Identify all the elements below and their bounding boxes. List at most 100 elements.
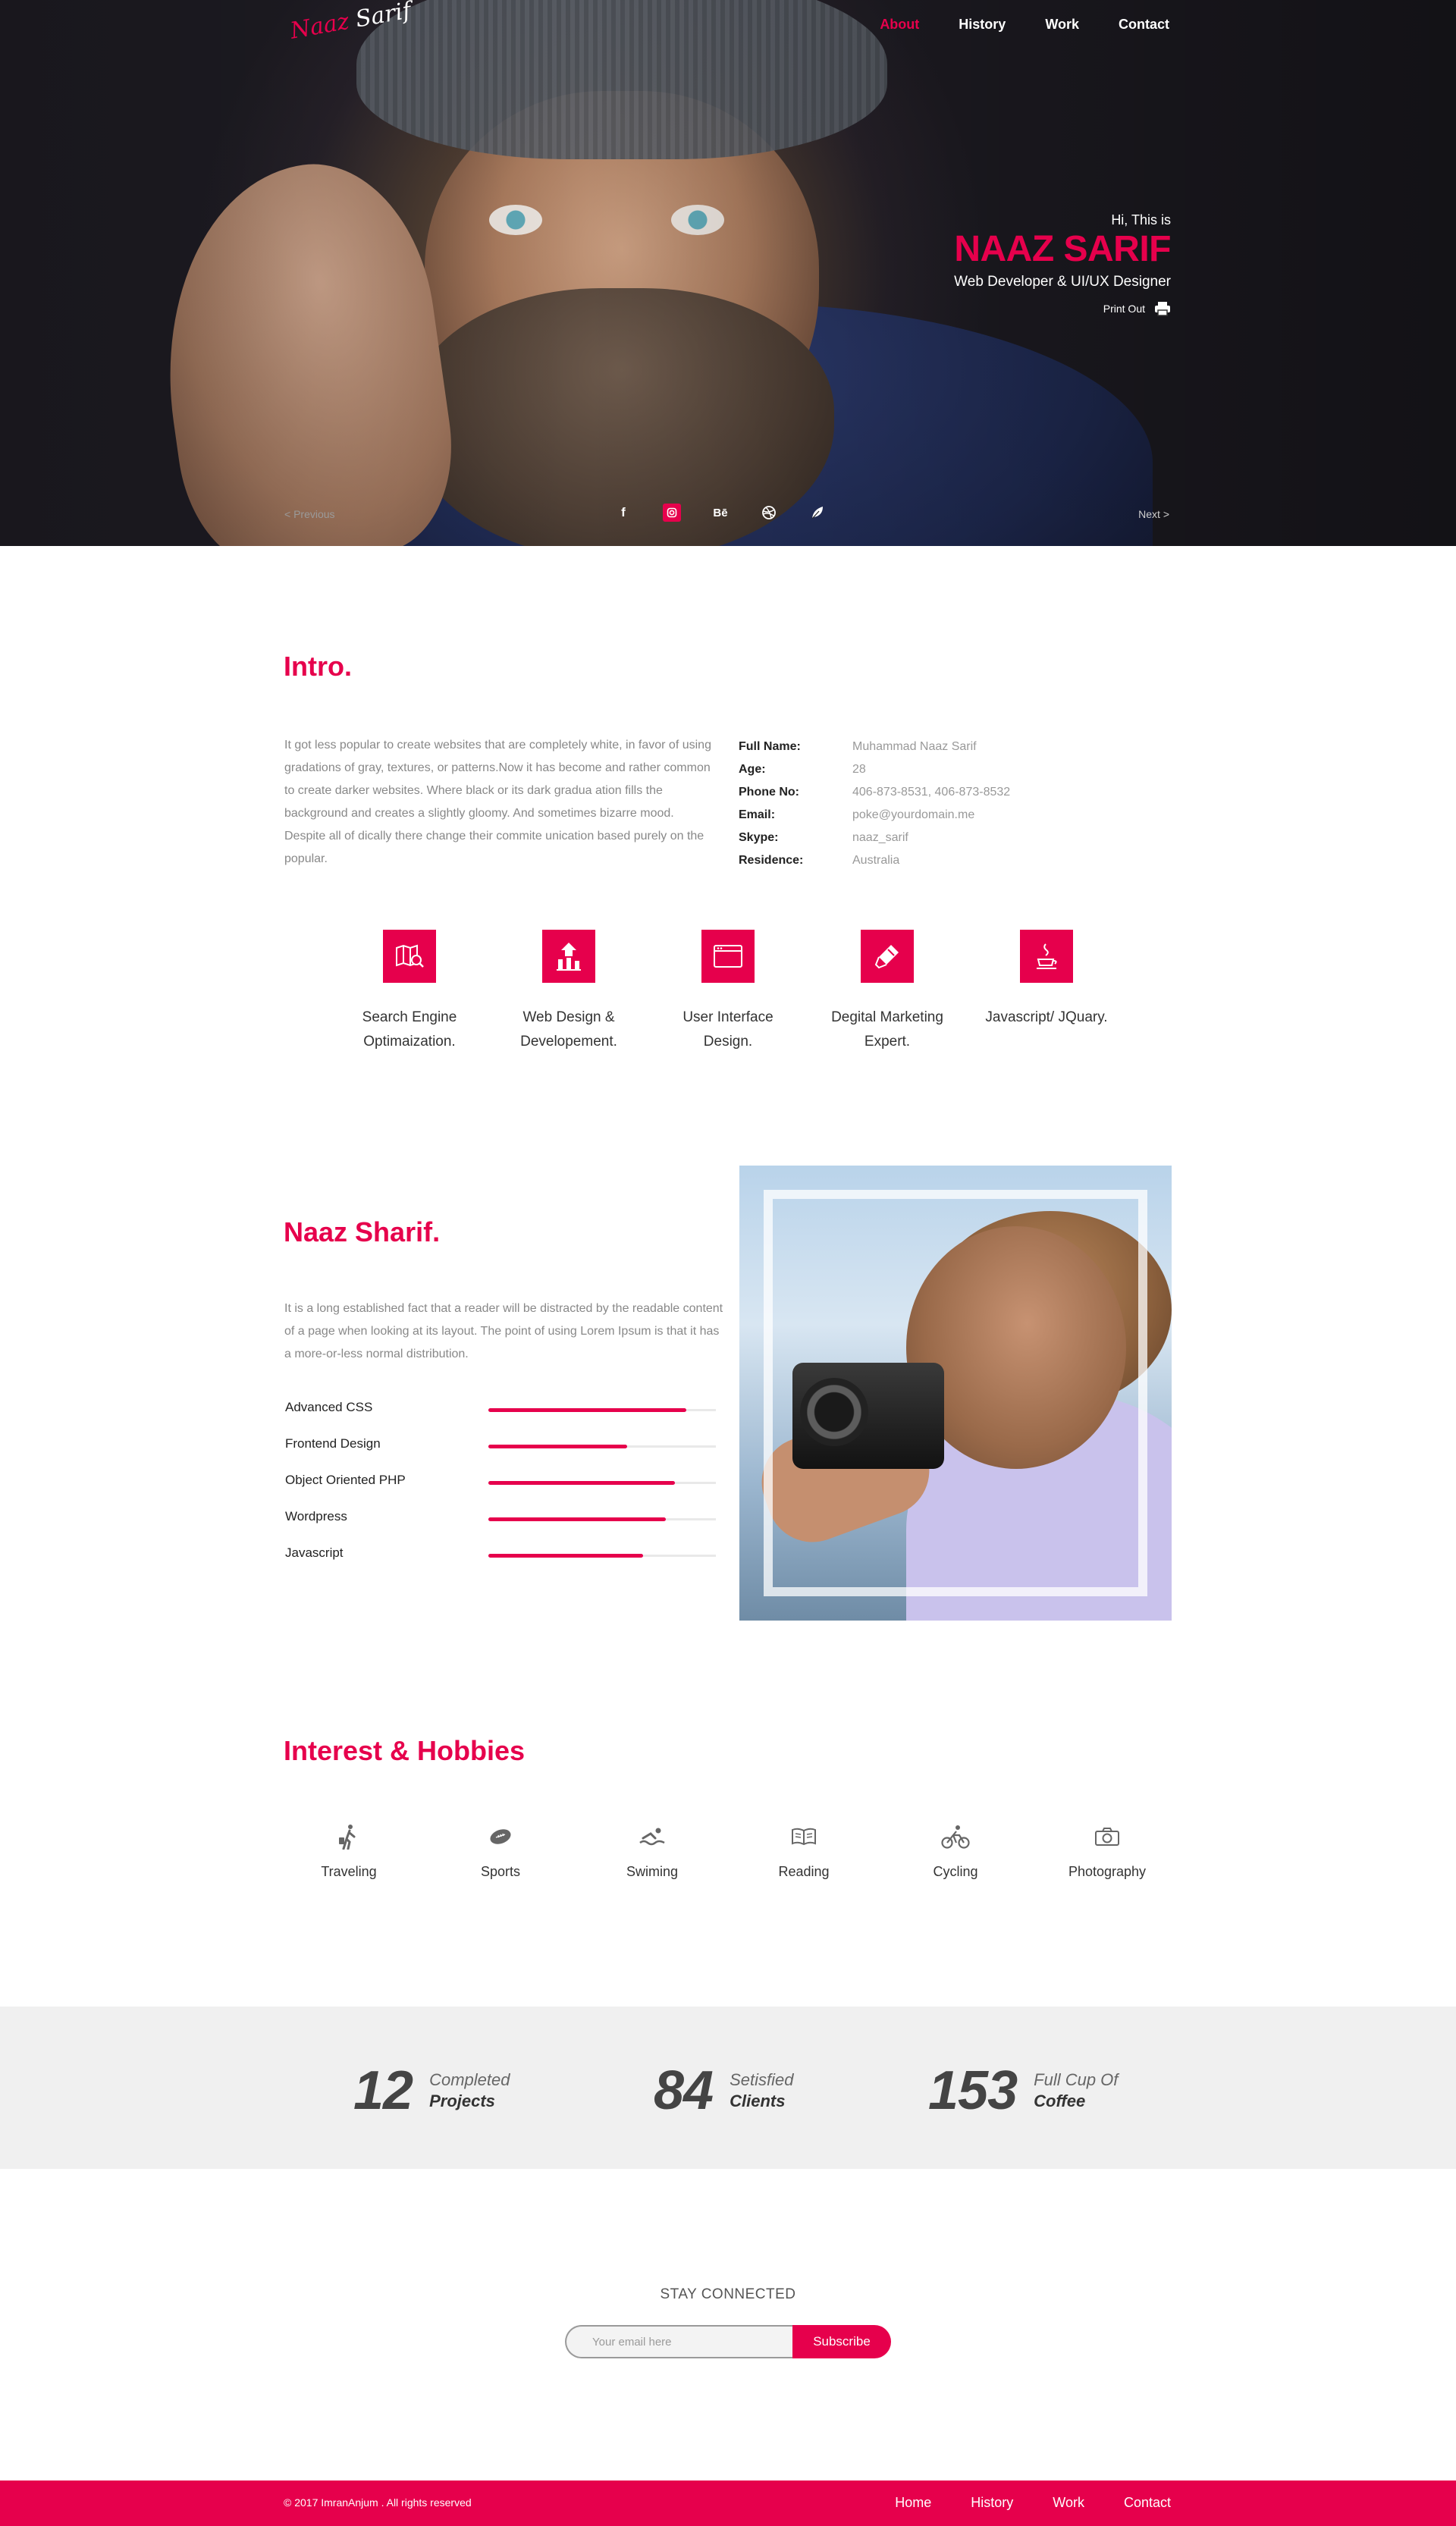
subscribe-form: Subscribe xyxy=(565,2325,891,2358)
service-label-line: Web Design & xyxy=(522,1009,615,1025)
hobby-label: Swiming xyxy=(626,1864,679,1879)
search-map-icon xyxy=(383,930,436,983)
growth-chart-icon xyxy=(542,930,595,983)
skill-track xyxy=(488,1445,716,1448)
counter-line2: Projects xyxy=(429,2091,495,2110)
info-row: Email: poke@yourdomain.me xyxy=(739,804,1010,827)
nav-contact[interactable]: Contact xyxy=(1119,17,1169,33)
counter-number: 84 xyxy=(654,2060,714,2121)
marker-icon xyxy=(861,930,914,983)
skill-row: Advanced CSS xyxy=(284,1400,716,1436)
copyright-text: © 2017 ImranAnjum . All rights reserved xyxy=(284,2496,472,2509)
facebook-icon[interactable]: f xyxy=(614,504,632,522)
skill-bar xyxy=(488,1408,686,1412)
skill-bar xyxy=(488,1481,675,1485)
hobby-label: Cycling xyxy=(933,1864,978,1879)
hobby-label: Traveling xyxy=(321,1864,377,1879)
counters-band: 12 Completed Projects 84 Setisfied Clients… xyxy=(0,2007,1456,2169)
skill-bar xyxy=(488,1554,643,1558)
skill-name: Wordpress xyxy=(285,1509,347,1523)
service-label: User Interface Design. xyxy=(682,1006,773,1054)
counter-line1: Full Cup Of xyxy=(1034,2070,1119,2089)
skill-track xyxy=(488,1554,716,1558)
photo-frame xyxy=(764,1190,1147,1596)
service-item: Search Engine Optimaization. xyxy=(334,930,485,1054)
hobby-item: Cycling xyxy=(880,1822,1031,1880)
footer-nav-work[interactable]: Work xyxy=(1053,2495,1084,2511)
info-row: Phone No: 406-873-8531, 406-873-8532 xyxy=(739,781,1010,804)
email-input[interactable] xyxy=(565,2325,792,2358)
counter-caption: Completed Projects xyxy=(429,2069,510,2112)
service-label: Javascript/ JQuary. xyxy=(985,1006,1107,1030)
hobby-item: Swiming xyxy=(576,1822,728,1880)
java-cup-icon xyxy=(1020,930,1073,983)
subscribe-button[interactable]: Subscribe xyxy=(792,2325,891,2358)
counter-number: 153 xyxy=(928,2060,1018,2121)
about-paragraph: It is a long established fact that a rea… xyxy=(284,1302,723,1360)
footer-nav-contact[interactable]: Contact xyxy=(1124,2495,1171,2511)
info-row: Residence: Australia xyxy=(739,849,1010,872)
hero-footer-bar: < Previous f Bē Next > xyxy=(0,504,1456,528)
skills-list: Advanced CSS Frontend Design Object Orie… xyxy=(284,1400,716,1582)
nav-about[interactable]: About xyxy=(880,17,919,33)
info-value: 406-873-8531, 406-873-8532 xyxy=(852,786,1011,799)
services-list: Search Engine Optimaization. Web Design &… xyxy=(334,930,1122,1054)
hero-name: NAAZ SARIF xyxy=(954,229,1171,269)
skill-row: Object Oriented PHP xyxy=(284,1473,716,1509)
print-out-button[interactable]: Print Out xyxy=(954,301,1171,316)
info-key: Residence: xyxy=(739,854,804,867)
hero-intro: Hi, This is NAAZ SARIF Web Developer & U… xyxy=(954,212,1171,316)
nav-history[interactable]: History xyxy=(959,17,1006,33)
info-row: Skype: naaz_sarif xyxy=(739,827,1010,849)
instagram-icon[interactable] xyxy=(663,504,681,522)
skill-track xyxy=(488,1481,716,1485)
service-label-line: Degital Marketing xyxy=(831,1009,943,1025)
leaf-icon[interactable] xyxy=(808,504,827,522)
service-label: Degital Marketing Expert. xyxy=(831,1006,943,1054)
dribbble-icon[interactable] xyxy=(760,504,778,522)
behance-icon[interactable]: Bē xyxy=(711,504,730,522)
photographer-image xyxy=(739,1166,1172,1621)
skill-row: Wordpress xyxy=(284,1509,716,1545)
hero-section: Naaz Sarif About History Work Contact Hi… xyxy=(0,0,1456,546)
info-row: Age: 28 xyxy=(739,758,1010,781)
intro-title: Intro. xyxy=(284,651,352,682)
info-value: 28 xyxy=(852,763,866,776)
book-icon xyxy=(789,1822,819,1852)
info-value[interactable]: poke@yourdomain.me xyxy=(852,808,974,822)
swimmer-icon xyxy=(637,1822,667,1852)
counter-line1: Completed xyxy=(429,2070,510,2089)
skill-track xyxy=(488,1517,716,1521)
skill-name: Javascript xyxy=(285,1545,344,1560)
footer-nav-history[interactable]: History xyxy=(971,2495,1013,2511)
hobby-item: Traveling xyxy=(273,1822,425,1880)
footer-nav-home[interactable]: Home xyxy=(895,2495,931,2511)
previous-link[interactable]: < Previous xyxy=(284,508,335,520)
stay-connected-heading: STAY CONNECTED xyxy=(660,2286,796,2302)
cyclist-icon xyxy=(940,1822,971,1852)
hobbies-list: Traveling Sports Swiming Reading Cycling… xyxy=(273,1822,1183,1880)
printer-icon xyxy=(1155,302,1170,316)
hobby-item: Photography xyxy=(1031,1822,1183,1880)
next-link[interactable]: Next > xyxy=(1138,508,1169,520)
traveler-icon xyxy=(334,1822,364,1852)
football-icon xyxy=(485,1822,516,1852)
personal-info: Full Name: Muhammad Naaz Sarif Age: 28 Pho… xyxy=(739,736,1010,872)
service-item: Web Design & Developement. xyxy=(493,930,645,1054)
info-value: Australia xyxy=(852,854,900,867)
nav-work[interactable]: Work xyxy=(1045,17,1079,33)
counter-line1: Setisfied xyxy=(730,2070,794,2089)
service-item: Degital Marketing Expert. xyxy=(811,930,963,1054)
site-footer: © 2017 ImranAnjum . All rights reserved … xyxy=(0,2481,1456,2526)
service-label: Web Design & Developement. xyxy=(520,1006,617,1054)
hero-overlay xyxy=(0,0,1456,546)
info-key: Skype: xyxy=(739,831,779,844)
skill-name: Object Oriented PHP xyxy=(285,1473,406,1487)
service-label-line: Search Engine xyxy=(362,1009,457,1025)
info-key: Phone No: xyxy=(739,786,799,799)
info-value: Muhammad Naaz Sarif xyxy=(852,740,977,753)
hobby-item: Reading xyxy=(728,1822,880,1880)
counter-item: 12 Completed Projects xyxy=(353,2060,510,2122)
service-item: Javascript/ JQuary. xyxy=(971,930,1122,1054)
about-title: Naaz Sharif. xyxy=(284,1216,441,1247)
